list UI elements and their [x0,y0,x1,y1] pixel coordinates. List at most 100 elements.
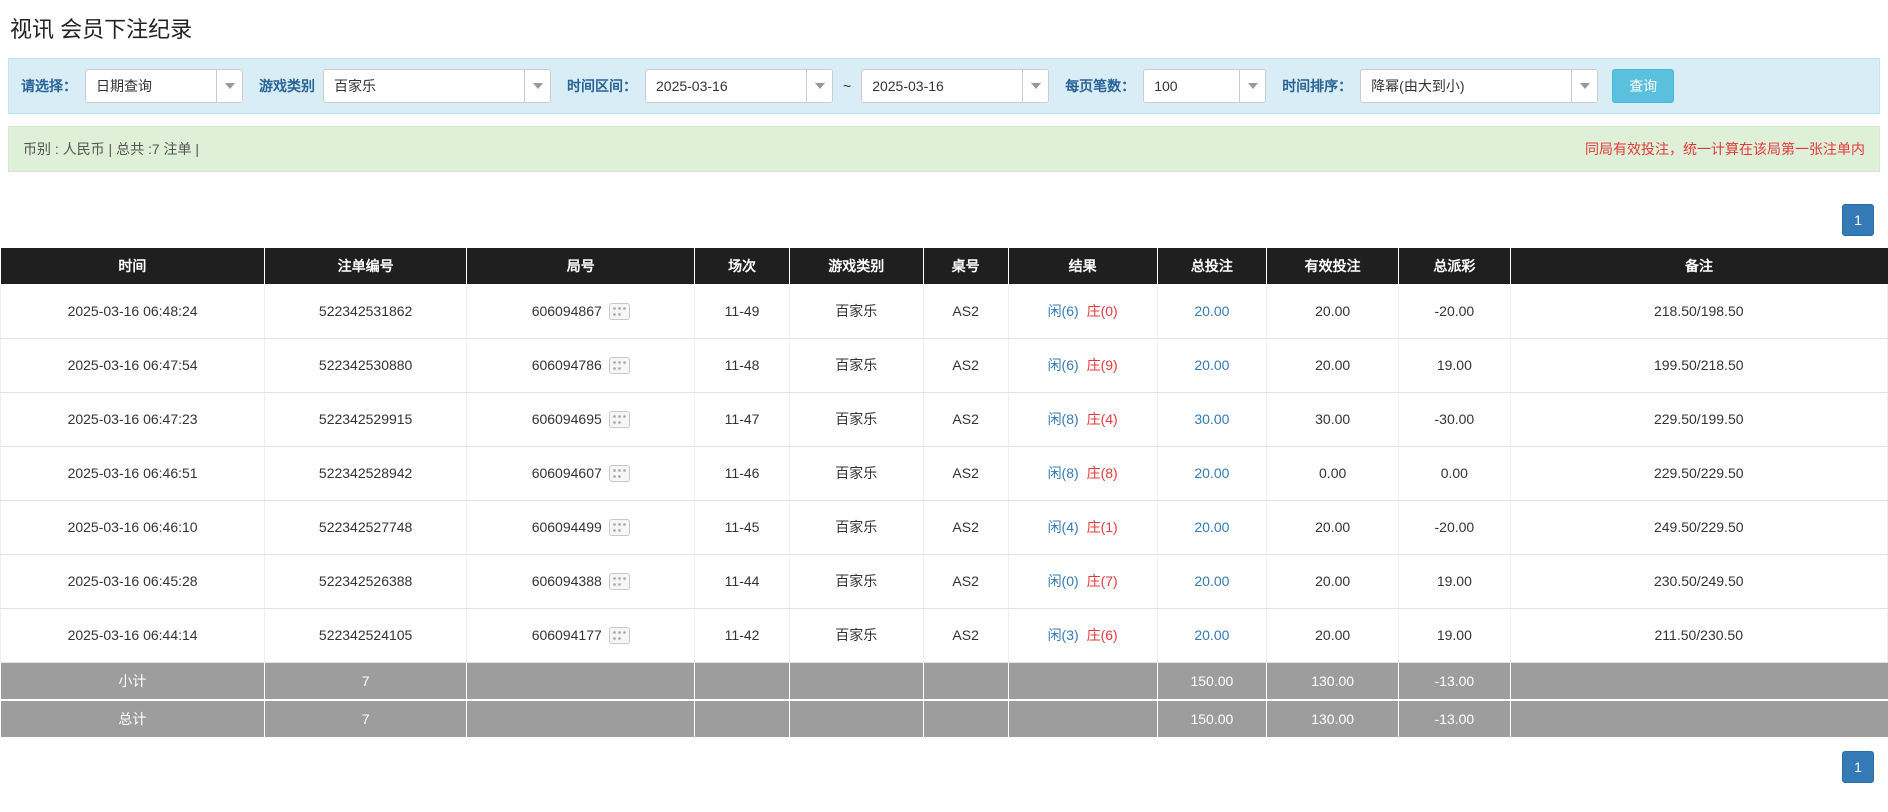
chevron-down-icon [815,83,825,89]
round-id: 606094786 [532,357,602,373]
note-cell: 218.50/198.50 [1510,284,1887,338]
session-cell: 11-42 [695,608,789,662]
game-type-dropdown[interactable]: 百家乐 [323,69,551,103]
round-id: 606094695 [532,411,602,427]
round-cell: 606094499 [467,500,695,554]
road-map-icon[interactable] [609,519,630,536]
chevron-down-icon [1031,83,1041,89]
query-type-label: 请选择： [21,76,77,96]
result-cell: 闲(6) 庄(9) [1008,338,1157,392]
table-no-cell: AS2 [923,338,1008,392]
page-size-caret-button[interactable] [1239,70,1265,102]
table-row: 2025-03-16 06:46:51 522342528942 6060946… [1,446,1888,500]
banker-result: 庄(0) [1087,303,1118,319]
page-1-button[interactable]: 1 [1842,204,1874,236]
session-cell: 11-46 [695,446,789,500]
page: 视讯 会员下注纪录 请选择： 日期查询 游戏类别 百家乐 时间区间： 2025-… [0,12,1888,783]
player-result: 闲(4) [1048,519,1079,535]
round-id: 606094607 [532,465,602,481]
road-map-icon[interactable] [609,627,630,644]
col-header-bet-id: 注单编号 [265,248,467,284]
sort-dropdown[interactable]: 降幂(由大到小) [1360,69,1598,103]
page-1-button[interactable]: 1 [1842,751,1874,783]
session-cell: 11-49 [695,284,789,338]
game-type-cell: 百家乐 [789,392,923,446]
road-map-icon[interactable] [609,573,630,590]
query-type-dropdown[interactable]: 日期查询 [85,69,243,103]
player-result: 闲(8) [1048,465,1079,481]
page-size-dropdown[interactable]: 100 [1143,69,1266,103]
total-bet-link[interactable]: 20.00 [1194,573,1229,589]
session-cell: 11-48 [695,338,789,392]
road-map-icon[interactable] [609,411,630,428]
col-header-table-no: 桌号 [923,248,1008,284]
time-cell: 2025-03-16 06:48:24 [1,284,265,338]
total-bet-link[interactable]: 20.00 [1194,357,1229,373]
result-cell: 闲(6) 庄(0) [1008,284,1157,338]
bet-id-cell: 522342530880 [265,338,467,392]
valid-bet-cell: 20.00 [1267,608,1399,662]
road-map-icon[interactable] [609,303,630,320]
date-from-caret-button[interactable] [806,70,832,102]
total-bet-link[interactable]: 30.00 [1194,411,1229,427]
payout-cell: -20.00 [1399,284,1510,338]
table-header-row: 时间 注单编号 局号 场次 游戏类别 桌号 结果 总投注 有效投注 总派彩 备注 [1,248,1888,284]
round-cell: 606094695 [467,392,695,446]
valid-bet-cell: 20.00 [1267,500,1399,554]
round-cell: 606094388 [467,554,695,608]
payout-cell: 0.00 [1399,446,1510,500]
table-no-cell: AS2 [923,446,1008,500]
date-from-dropdown[interactable]: 2025-03-16 [645,69,833,103]
table-no-cell: AS2 [923,608,1008,662]
date-to-dropdown[interactable]: 2025-03-16 [861,69,1049,103]
filter-bar: 请选择： 日期查询 游戏类别 百家乐 时间区间： 2025-03-16 ~ 20… [8,58,1880,114]
date-to-caret-button[interactable] [1022,70,1048,102]
date-to-value: 2025-03-16 [862,70,1022,102]
chevron-down-icon [533,83,543,89]
table-no-cell: AS2 [923,284,1008,338]
time-range-label: 时间区间： [567,76,637,96]
table-no-cell: AS2 [923,500,1008,554]
query-type-caret-button[interactable] [216,70,242,102]
game-type-cell: 百家乐 [789,284,923,338]
banker-result: 庄(4) [1087,411,1118,427]
banker-result: 庄(9) [1087,357,1118,373]
bet-id-cell: 522342528942 [265,446,467,500]
total-bet-link[interactable]: 20.00 [1194,627,1229,643]
round-cell: 606094177 [467,608,695,662]
note-cell: 249.50/229.50 [1510,500,1887,554]
table-no-cell: AS2 [923,554,1008,608]
total-bet-link[interactable]: 20.00 [1194,519,1229,535]
table-no-cell: AS2 [923,392,1008,446]
time-cell: 2025-03-16 06:44:14 [1,608,265,662]
session-cell: 11-47 [695,392,789,446]
time-cell: 2025-03-16 06:47:23 [1,392,265,446]
game-type-caret-button[interactable] [524,70,550,102]
chevron-down-icon [225,83,235,89]
total-bet-link[interactable]: 20.00 [1194,303,1229,319]
search-button[interactable]: 查询 [1612,69,1674,103]
total-bet-link[interactable]: 20.00 [1194,465,1229,481]
player-result: 闲(8) [1048,411,1079,427]
road-map-icon[interactable] [609,357,630,374]
game-type-cell: 百家乐 [789,500,923,554]
round-id: 606094867 [532,303,602,319]
road-map-icon[interactable] [609,465,630,482]
round-id: 606094388 [532,573,602,589]
sort-value: 降幂(由大到小) [1361,70,1571,102]
payout-cell: -20.00 [1399,500,1510,554]
sort-caret-button[interactable] [1571,70,1597,102]
col-header-valid-bet: 有效投注 [1267,248,1399,284]
round-cell: 606094867 [467,284,695,338]
bet-id-cell: 522342526388 [265,554,467,608]
bet-id-cell: 522342524105 [265,608,467,662]
pagination-top: 1 [14,204,1874,236]
time-cell: 2025-03-16 06:46:10 [1,500,265,554]
result-cell: 闲(8) 庄(8) [1008,446,1157,500]
result-cell: 闲(3) 庄(6) [1008,608,1157,662]
total-count: 7 [265,700,467,738]
col-header-payout: 总派彩 [1399,248,1510,284]
session-cell: 11-44 [695,554,789,608]
player-result: 闲(3) [1048,627,1079,643]
table-row: 2025-03-16 06:48:24 522342531862 6060948… [1,284,1888,338]
